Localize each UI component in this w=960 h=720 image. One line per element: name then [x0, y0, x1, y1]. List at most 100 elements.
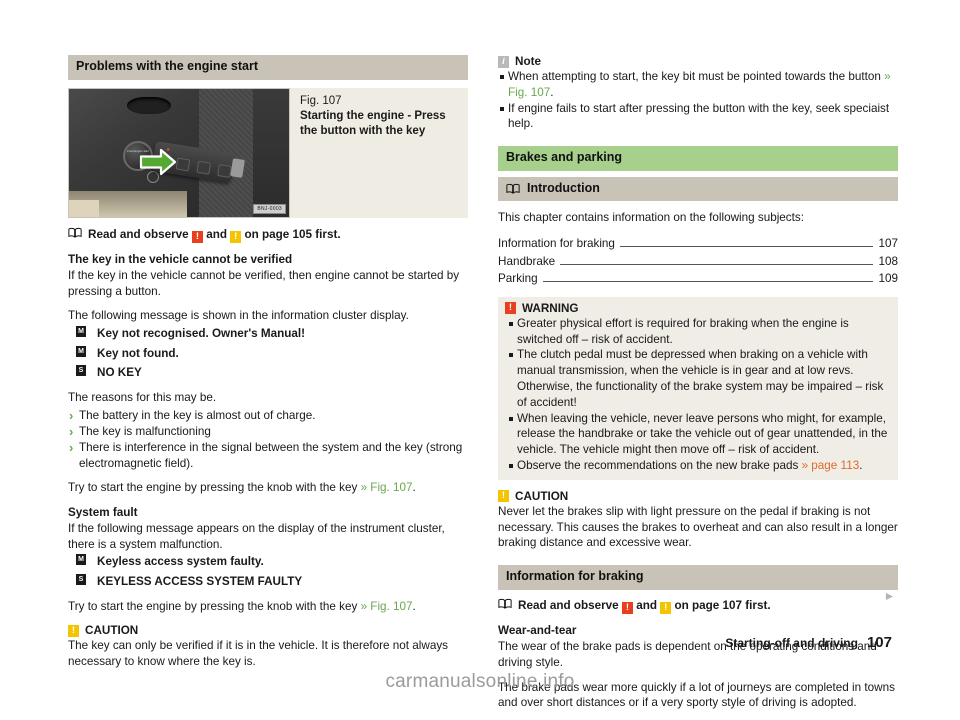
read-observe-line-left: Read and observe ! and ! on page 105 fir… — [68, 227, 468, 243]
toc-leader — [560, 258, 874, 265]
intro-lead: This chapter contains information on the… — [498, 211, 804, 225]
message-row: M Key not found. — [68, 345, 468, 362]
info-badge-icon: i — [498, 55, 509, 68]
book-icon — [68, 227, 82, 238]
sub-header-introduction: Introduction — [498, 176, 898, 202]
caution-body: The key can only be verified if it is in… — [68, 639, 449, 668]
observe-text: Read and observe ! and ! on page 107 fir… — [518, 598, 771, 614]
para-key-not-verified: If the key in the vehicle cannot be veri… — [68, 268, 460, 298]
message-text: Keyless access system faulty. — [97, 555, 264, 569]
heading-key-not-verified: The key in the vehicle cannot be verifie… — [68, 253, 293, 266]
message-text: KEYLESS ACCESS SYSTEM FAULTY — [97, 574, 303, 588]
photo-key-buttons — [175, 157, 232, 178]
toc-leader — [542, 275, 874, 283]
note-list: When attempting to start, the key bit mu… — [498, 69, 898, 132]
message-row: M Key not recognised. Owner's Manual! — [68, 326, 468, 342]
caution-header: ! CAUTION — [498, 490, 898, 503]
watermark: carmanualsonline.info — [385, 671, 575, 692]
toc-leader — [619, 240, 874, 248]
message-text: Key not recognised. Owner's Manual! — [97, 327, 306, 341]
read-observe-line-right: Read and observe ! and ! on page 107 fir… — [498, 598, 898, 614]
caution-header: ! CAUTION — [68, 624, 468, 637]
para-try-start-1: Try to start the engine by pressing the … — [68, 481, 416, 495]
list-item: There is interference in the signal betw… — [68, 439, 468, 472]
book-icon — [506, 183, 520, 195]
figure-photo: Press Engine Start BNJ-0003 — [68, 87, 290, 218]
toc-page: 108 — [878, 254, 898, 268]
figure-caption: Fig. 107 Starting the engine - Press the… — [290, 88, 468, 218]
toc-row[interactable]: Information for braking 107 — [498, 235, 898, 253]
message-text: Key not found. — [97, 346, 179, 360]
fig-reference-link[interactable]: » Fig. 107 — [361, 600, 413, 613]
toc-page: 109 — [878, 272, 898, 286]
right-column: i Note When attempting to start, the key… — [498, 55, 898, 720]
figure-block: Press Engine Start BNJ-0003 Fig. 107 Sta… — [68, 87, 468, 218]
list-item: The clutch pedal must be depressed when … — [505, 347, 891, 410]
footer-page-number: 107 — [866, 634, 892, 651]
note-header: i Note — [498, 55, 898, 68]
list-item: The battery in the key is almost out of … — [68, 407, 468, 424]
table-of-contents: Information for braking 107 Handbrake 10… — [498, 235, 898, 288]
list-item: Observe the recommendations on the new b… — [505, 458, 891, 474]
book-icon — [498, 598, 512, 609]
manual-page: Problems with the engine start Press Eng… — [0, 0, 960, 709]
toc-row[interactable]: Handbrake 108 — [498, 253, 898, 271]
message-text: NO KEY — [97, 365, 142, 379]
toc-title: Information for braking — [498, 237, 615, 251]
list-item: Greater physical effort is required for … — [505, 316, 891, 348]
warning-badge-icon: ! — [621, 601, 633, 614]
para-try-start-2: Try to start the engine by pressing the … — [68, 600, 416, 614]
para-reasons: The reasons for this may be. — [68, 391, 217, 405]
display-icon-segment: S — [76, 573, 86, 585]
heading-system-fault: System fault — [68, 506, 138, 520]
caution-title: CAUTION — [85, 624, 139, 638]
warning-block: ! WARNING Greater physical effort is req… — [498, 296, 898, 480]
toc-title: Handbrake — [498, 254, 556, 268]
note-title: Note — [515, 55, 541, 68]
list-item: If engine fails to start after pressing … — [498, 101, 898, 133]
toc-row[interactable]: Parking 109 — [498, 270, 898, 288]
page-footer: Starting-off and driving 107 — [725, 634, 892, 651]
reasons-list: The battery in the key is almost out of … — [68, 407, 468, 472]
figure-number: Fig. 107 — [300, 94, 342, 107]
note-block: i Note When attempting to start, the key… — [498, 55, 898, 132]
message-list-1: M Key not recognised. Owner's Manual! M … — [68, 326, 468, 381]
para-system-fault: If the following message appears on the … — [68, 521, 445, 551]
warning-badge-icon: ! — [505, 302, 516, 315]
toc-page: 107 — [878, 237, 898, 251]
list-item: The key is malfunctioning — [68, 423, 468, 440]
section-header-info-braking: Information for braking — [498, 565, 898, 590]
list-item: When attempting to start, the key bit mu… — [498, 69, 898, 101]
fig-reference-link[interactable]: » Fig. 107 — [361, 481, 413, 494]
caution-badge-icon: ! — [68, 624, 79, 637]
display-icon-maxidot: M — [76, 345, 86, 357]
caution-badge-icon: ! — [230, 230, 242, 243]
footer-chapter: Starting-off and driving — [725, 636, 858, 650]
caution-block-right: ! CAUTION Never let the brakes slip with… — [498, 490, 898, 551]
caution-badge-icon: ! — [498, 490, 509, 503]
warning-badge-icon: ! — [191, 230, 203, 243]
page-reference-link[interactable]: » page 113 — [802, 459, 860, 472]
introduction-title: Introduction — [527, 180, 600, 195]
photo-floor-light — [69, 199, 99, 217]
message-list-2: M Keyless access system faulty. S KEYLES… — [68, 554, 468, 590]
message-row: S KEYLESS ACCESS SYSTEM FAULTY — [68, 573, 468, 590]
warning-list: Greater physical effort is required for … — [505, 316, 891, 474]
caution-block-left: ! CAUTION The key can only be verified i… — [68, 624, 468, 670]
message-row: S NO KEY — [68, 364, 468, 381]
display-icon-segment: S — [76, 364, 86, 376]
figure-title: Starting the engine - Press the button w… — [300, 110, 446, 138]
continuation-arrow-icon — [885, 592, 894, 601]
figure-image-tag: BNJ-0003 — [253, 203, 286, 214]
toc-title: Parking — [498, 272, 538, 286]
photo-seat-side — [253, 88, 289, 217]
photo-steering-shroud — [127, 96, 171, 114]
caution-title: CAUTION — [515, 489, 569, 503]
warning-title: WARNING — [522, 301, 579, 315]
message-row: M Keyless access system faulty. — [68, 554, 468, 570]
caution-body: Never let the brakes slip with light pre… — [498, 504, 898, 550]
para-following-message: The following message is shown in the in… — [68, 309, 409, 323]
list-item: When leaving the vehicle, never leave pe… — [505, 411, 891, 458]
chapter-header-brakes: Brakes and parking — [498, 146, 898, 171]
green-arrow-icon — [139, 148, 177, 175]
